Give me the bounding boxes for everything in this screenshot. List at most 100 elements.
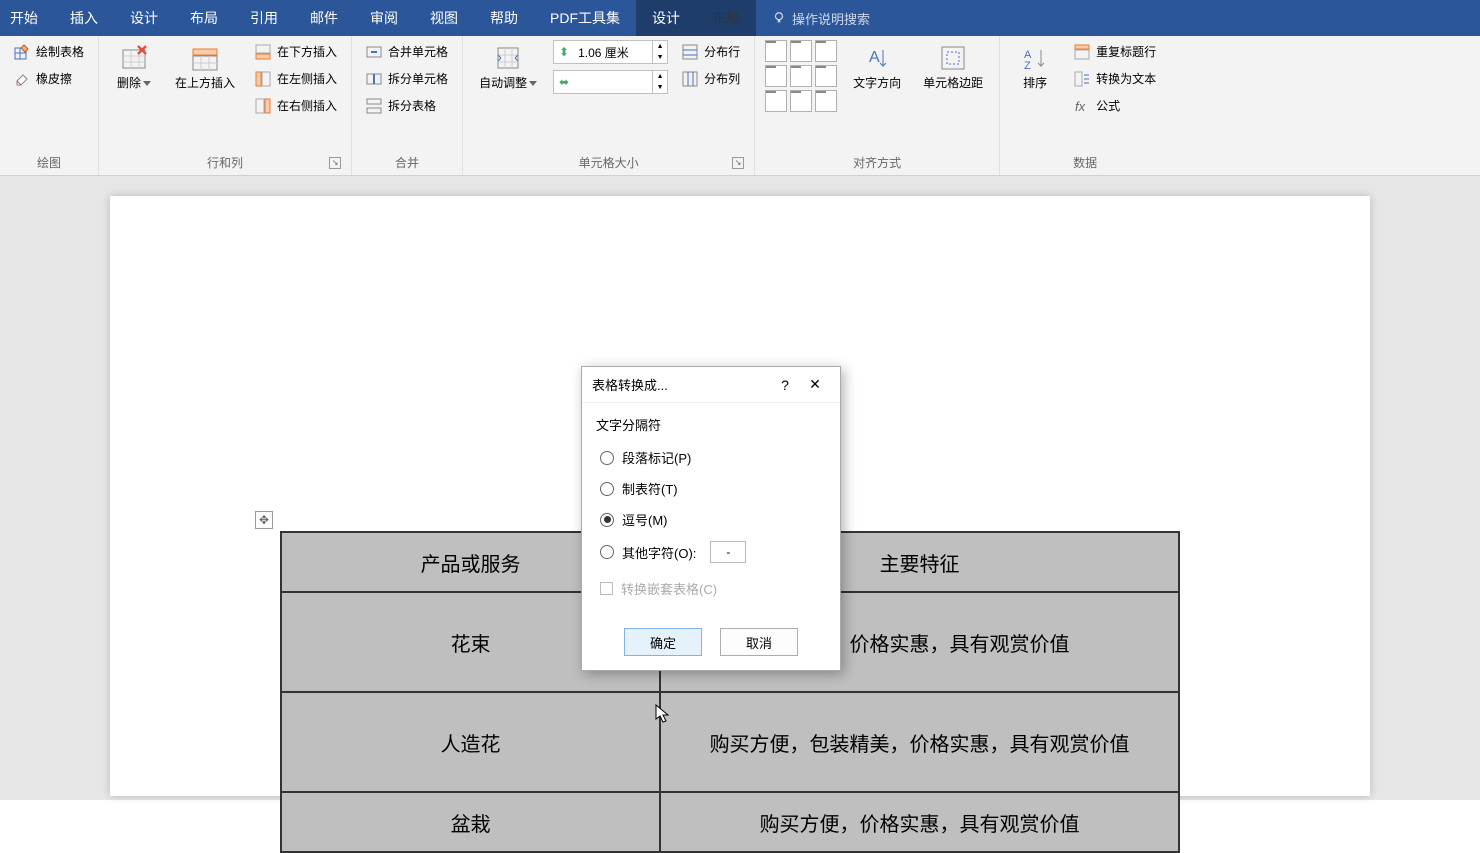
delete-button[interactable]: 删除 — [109, 40, 159, 94]
document-area: ✥ 产品或服务 主要特征 花束 装精美，价格实惠，具有观赏价值 人造花 购买方便… — [0, 176, 1480, 800]
chevron-down-icon — [529, 81, 537, 86]
split-cells-button[interactable]: 拆分单元格 — [362, 67, 452, 90]
align-middle-left[interactable] — [765, 65, 787, 87]
width-up[interactable]: ▲ — [653, 71, 667, 82]
align-bottom-right[interactable] — [815, 90, 837, 112]
svg-text:A: A — [869, 49, 880, 66]
group-merge: 合并单元格 拆分单元格 拆分表格 合并 — [352, 36, 463, 175]
dialog-titlebar[interactable]: 表格转换成... ? ✕ — [582, 367, 840, 403]
radio-other[interactable]: 其他字符(O): — [596, 535, 826, 569]
formula-button[interactable]: fx 公式 — [1070, 94, 1160, 117]
distribute-cols-label: 分布列 — [704, 70, 740, 87]
text-direction-label: 文字方向 — [853, 76, 901, 90]
cancel-button[interactable]: 取消 — [720, 628, 798, 656]
width-down[interactable]: ▼ — [653, 82, 667, 93]
insert-right-icon — [255, 98, 271, 114]
align-bottom-center[interactable] — [790, 90, 812, 112]
insert-left-button[interactable]: 在左侧插入 — [251, 67, 341, 90]
tab-help[interactable]: 帮助 — [474, 0, 534, 36]
tab-table-design[interactable]: 设计 — [636, 0, 696, 36]
radio-paragraph[interactable]: 段落标记(P) — [596, 442, 826, 473]
insert-below-button[interactable]: 在下方插入 — [251, 40, 341, 63]
draw-table-button[interactable]: 绘制表格 — [10, 40, 88, 63]
insert-below-label: 在下方插入 — [277, 43, 337, 60]
merge-cells-icon — [366, 44, 382, 60]
align-top-left[interactable] — [765, 40, 787, 62]
align-bottom-left[interactable] — [765, 90, 787, 112]
cell-margins-button[interactable]: 单元格边距 — [917, 40, 989, 94]
tab-insert[interactable]: 插入 — [54, 0, 114, 36]
insert-below-icon — [255, 44, 271, 60]
autofit-icon — [494, 44, 522, 72]
group-data: AZ 排序 重复标题行 转换为文本 fx 公式 数据 — [1000, 36, 1170, 175]
insert-left-label: 在左侧插入 — [277, 70, 337, 87]
sort-button[interactable]: AZ 排序 — [1010, 40, 1060, 94]
insert-above-icon — [191, 44, 219, 72]
radio-icon — [600, 513, 614, 527]
ribbon-tabs: 开始 插入 设计 布局 引用 邮件 审阅 视图 帮助 PDF工具集 设计 布局 … — [0, 0, 1480, 36]
tab-design[interactable]: 设计 — [114, 0, 174, 36]
radio-tab[interactable]: 制表符(T) — [596, 473, 826, 504]
group-cell-size: 自动调整 ⬍ ▲▼ ⬌ ▲▼ 分布行 — [463, 36, 755, 175]
lightbulb-icon — [772, 11, 786, 25]
table-move-handle[interactable]: ✥ — [255, 511, 273, 529]
eraser-button[interactable]: 橡皮擦 — [10, 67, 88, 90]
sort-icon: AZ — [1021, 44, 1049, 72]
radio-icon — [600, 451, 614, 465]
repeat-header-button[interactable]: 重复标题行 — [1070, 40, 1160, 63]
other-char-input[interactable] — [710, 541, 746, 563]
text-direction-button[interactable]: A 文字方向 — [847, 40, 907, 94]
row-height-input[interactable] — [574, 45, 652, 59]
chevron-down-icon — [143, 81, 151, 86]
insert-above-button[interactable]: 在上方插入 — [169, 40, 241, 94]
table-cell-r2c2[interactable]: 购买方便，包装精美，价格实惠，具有观赏价值 — [660, 692, 1179, 792]
cellsize-dialog-launcher[interactable]: ↘ — [732, 157, 744, 169]
col-width-input[interactable] — [574, 75, 652, 89]
height-up[interactable]: ▲ — [653, 41, 667, 52]
tab-layout[interactable]: 布局 — [174, 0, 234, 36]
group-label-rowscols: 行和列↘ — [109, 150, 341, 173]
formula-label: 公式 — [1096, 97, 1120, 114]
radio-comma[interactable]: 逗号(M) — [596, 504, 826, 535]
eraser-icon — [14, 71, 30, 87]
tab-table-layout[interactable]: 布局 — [696, 0, 756, 36]
tell-me-search[interactable]: 操作说明搜索 — [756, 9, 886, 28]
col-width-spinner[interactable]: ⬌ ▲▼ — [553, 70, 668, 94]
split-table-icon — [366, 98, 382, 114]
autofit-button[interactable]: 自动调整 — [473, 40, 543, 94]
distribute-rows-button[interactable]: 分布行 — [678, 40, 744, 63]
autofit-label: 自动调整 — [479, 76, 527, 90]
tab-review[interactable]: 审阅 — [354, 0, 414, 36]
text-direction-icon: A — [863, 44, 891, 72]
dialog-help-button[interactable]: ? — [770, 377, 800, 393]
table-cell-r3c1[interactable]: 盆栽 — [281, 792, 660, 852]
insert-right-button[interactable]: 在右侧插入 — [251, 94, 341, 117]
align-middle-right[interactable] — [815, 65, 837, 87]
tell-me-label: 操作说明搜索 — [792, 9, 870, 28]
dialog-close-button[interactable]: ✕ — [800, 376, 830, 393]
merge-cells-button[interactable]: 合并单元格 — [362, 40, 452, 63]
align-top-right[interactable] — [815, 40, 837, 62]
tab-references[interactable]: 引用 — [234, 0, 294, 36]
tab-start[interactable]: 开始 — [4, 0, 54, 36]
ok-button[interactable]: 确定 — [624, 628, 702, 656]
split-cells-label: 拆分单元格 — [388, 70, 448, 87]
convert-to-text-button[interactable]: 转换为文本 — [1070, 67, 1160, 90]
group-label-data: 数据 — [1010, 150, 1160, 173]
rowscols-dialog-launcher[interactable]: ↘ — [329, 157, 341, 169]
tab-mail[interactable]: 邮件 — [294, 0, 354, 36]
tab-pdf-tools[interactable]: PDF工具集 — [534, 0, 636, 36]
table-cell-r3c2[interactable]: 购买方便，价格实惠，具有观赏价值 — [660, 792, 1179, 852]
group-rows-cols: 删除 在上方插入 在下方插入 在左侧插入 在右侧插入 — [99, 36, 352, 175]
dialog-section-label: 文字分隔符 — [596, 415, 826, 434]
svg-text:fx: fx — [1075, 99, 1086, 114]
align-middle-center[interactable] — [790, 65, 812, 87]
align-top-center[interactable] — [790, 40, 812, 62]
tab-view[interactable]: 视图 — [414, 0, 474, 36]
dialog-title-text: 表格转换成... — [592, 375, 770, 394]
row-height-spinner[interactable]: ⬍ ▲▼ — [553, 40, 668, 64]
height-down[interactable]: ▼ — [653, 52, 667, 63]
distribute-cols-button[interactable]: 分布列 — [678, 67, 744, 90]
table-cell-r2c1[interactable]: 人造花 — [281, 692, 660, 792]
split-table-button[interactable]: 拆分表格 — [362, 94, 452, 117]
